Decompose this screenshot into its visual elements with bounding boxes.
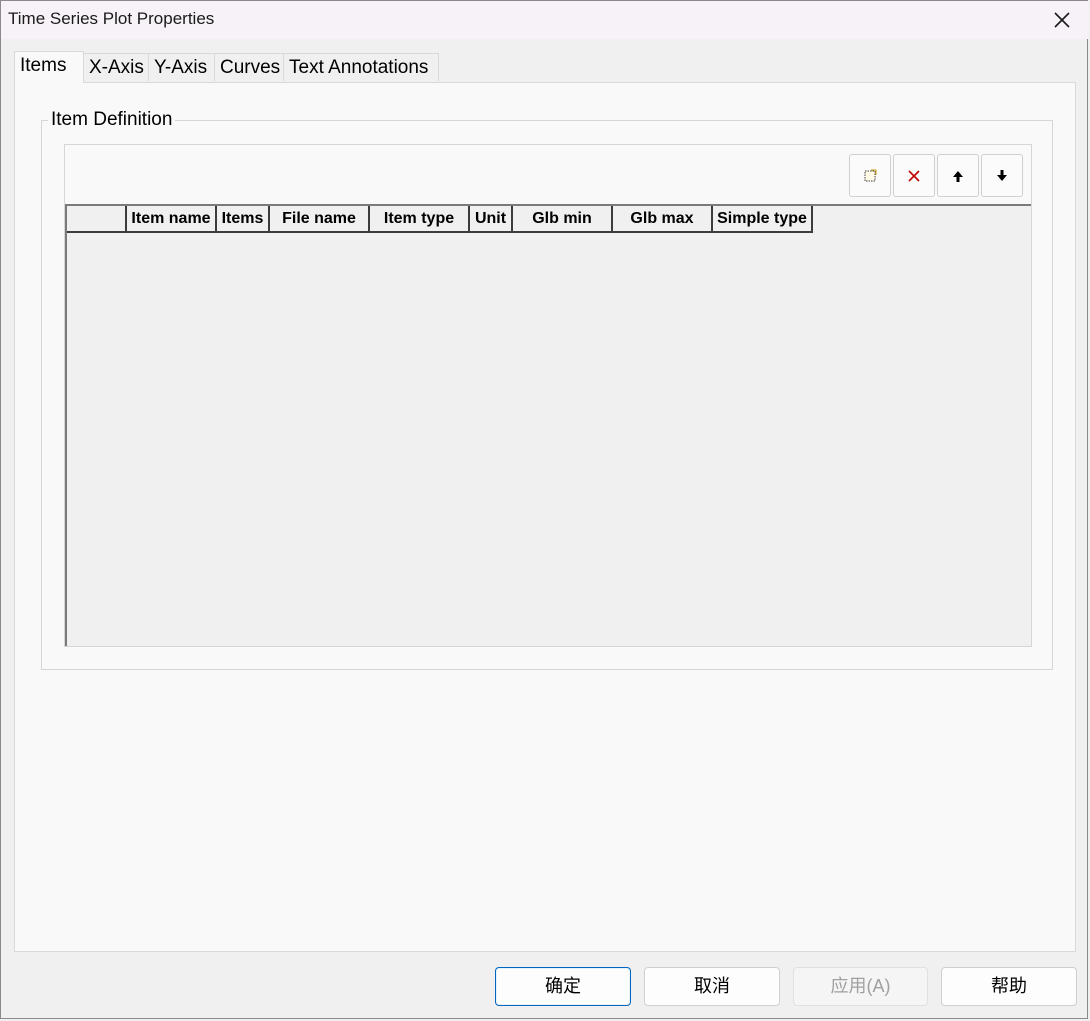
grid-toolbar: [65, 145, 1031, 204]
grid-header-row: Item name Items File name Item type Unit…: [67, 206, 813, 233]
tab-x-axis[interactable]: X-Axis: [83, 53, 149, 81]
item-definition-group: Item Definition Item name Items File nam…: [41, 109, 1053, 670]
column-header-item-name[interactable]: Item name: [127, 206, 217, 233]
ok-button[interactable]: 确定: [495, 967, 631, 1006]
close-button[interactable]: [1049, 7, 1075, 33]
column-header-unit[interactable]: Unit: [470, 206, 513, 233]
help-button[interactable]: 帮助: [941, 967, 1077, 1006]
tab-strip: Items X-Axis Y-Axis Curves Text Annotati…: [14, 51, 1076, 83]
column-header-glb-max[interactable]: Glb max: [613, 206, 713, 233]
move-down-button[interactable]: [981, 154, 1023, 197]
title-bar: Time Series Plot Properties: [1, 1, 1089, 39]
delete-item-button[interactable]: [893, 154, 935, 197]
window-title: Time Series Plot Properties: [8, 9, 215, 28]
arrow-up-icon: [953, 170, 963, 182]
column-header-file-name[interactable]: File name: [270, 206, 370, 233]
tab-text-annotations[interactable]: Text Annotations: [283, 53, 439, 81]
tab-y-axis[interactable]: Y-Axis: [148, 53, 215, 81]
column-header-simple-type[interactable]: Simple type: [713, 206, 813, 233]
delete-x-icon: [908, 169, 920, 182]
close-icon: [1054, 12, 1070, 28]
column-header-items[interactable]: Items: [217, 206, 270, 233]
new-item-button[interactable]: [849, 154, 891, 197]
items-grid[interactable]: Item name Items File name Item type Unit…: [65, 204, 1031, 646]
column-header-row-selector[interactable]: [67, 206, 127, 233]
apply-button[interactable]: 应用(A): [793, 967, 928, 1006]
tab-items[interactable]: Items: [14, 51, 84, 83]
column-header-glb-min[interactable]: Glb min: [513, 206, 613, 233]
arrow-down-icon: [997, 169, 1007, 181]
items-tab-panel: Item Definition Item name Items File nam…: [14, 82, 1076, 952]
cancel-button[interactable]: 取消: [644, 967, 780, 1006]
new-item-icon: [864, 169, 877, 181]
group-label: Item Definition: [48, 109, 176, 131]
tab-curves[interactable]: Curves: [214, 53, 284, 81]
move-up-button[interactable]: [937, 154, 979, 197]
dialog-window: Time Series Plot Properties Items X-Axis…: [0, 0, 1089, 1019]
item-grid-area: Item name Items File name Item type Unit…: [64, 144, 1032, 647]
column-header-item-type[interactable]: Item type: [370, 206, 470, 233]
